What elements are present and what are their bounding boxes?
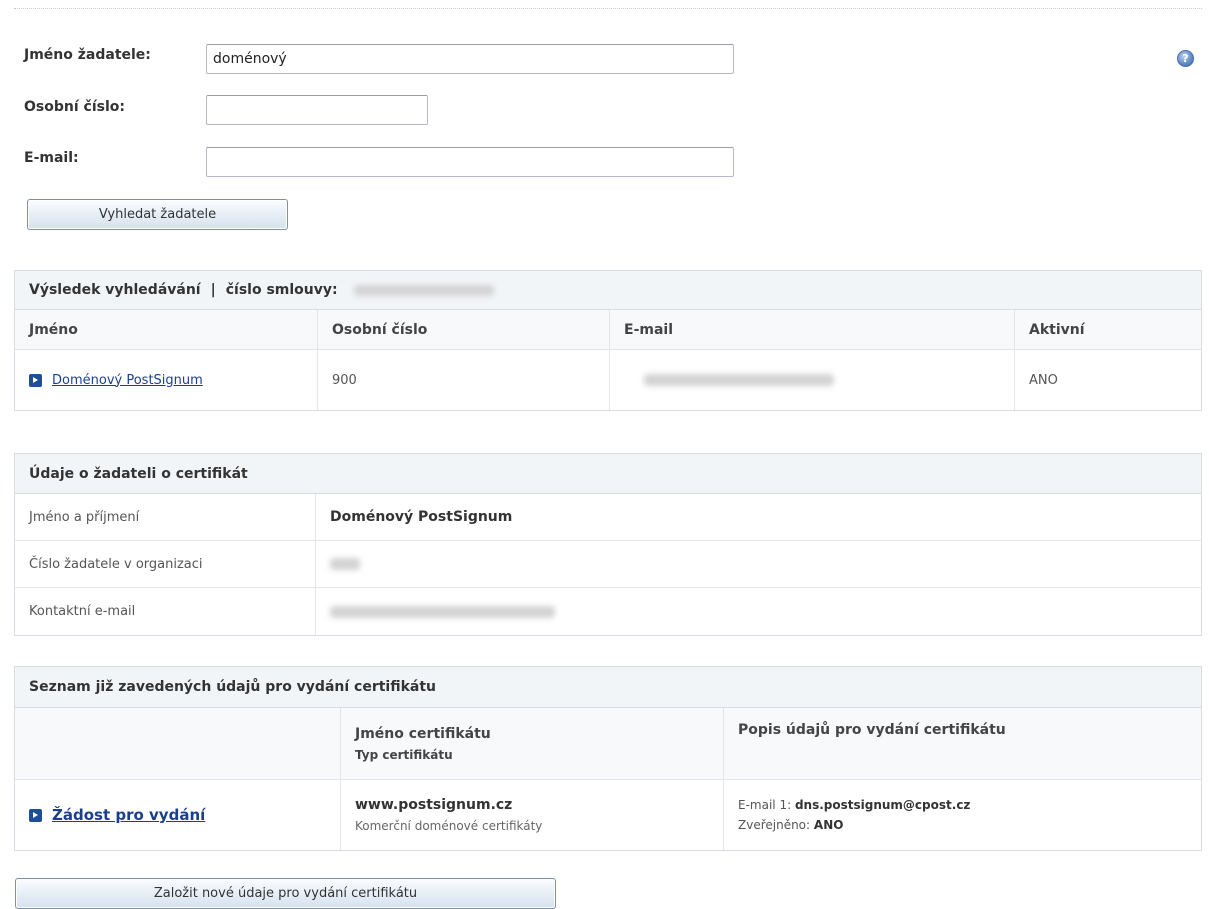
result-name-cell: Doménový PostSignum [15,350,317,410]
certificate-published-label: Zveřejněno: [738,818,811,832]
arrow-right-icon [29,808,42,822]
search-results-table: Výsledek vyhledávání | číslo smlouvy: Jm… [14,270,1202,411]
table-row: Jméno a příjmení Doménový PostSignum [15,494,1201,541]
table-row: Doménový PostSignum 900 ANO [15,350,1201,410]
column-header-email: E-mail [609,310,1014,349]
help-icon[interactable]: ? [1177,50,1194,67]
certificate-email-value: dns.postsignum@cpost.cz [794,798,971,812]
certificates-table: Seznam již zavedených údajů pro vydání c… [14,666,1202,851]
email-input[interactable] [206,147,734,177]
applicant-value [315,541,1201,587]
personal-number-input[interactable] [206,95,428,125]
applicant-details-header: Údaje o žadateli o certifikát [15,454,1201,494]
search-applicant-button[interactable]: Vyhledat žadatele [27,199,288,230]
column-header-personal-number: Osobní číslo [317,310,609,349]
personal-number-label: Osobní číslo: [24,99,125,115]
contract-number-redacted [353,284,494,296]
request-issue-link[interactable]: Žádost pro vydání [52,806,205,824]
arrow-right-icon [29,373,42,387]
column-header-active: Aktivní [1014,310,1201,349]
certificate-action-cell: Žádost pro vydání [15,780,340,850]
applicant-value [315,588,1201,635]
applicant-value: Doménový PostSignum [315,494,1201,540]
certificate-name: www.postsignum.cz [355,797,513,813]
results-title: Výsledek vyhledávání [29,282,201,298]
applicant-email-redacted [330,605,555,618]
results-separator: | [210,282,216,298]
table-row: Kontaktní e-mail [15,588,1201,635]
applicant-label: Jméno a příjmení [29,509,140,525]
column-header-certificate: Jméno certifikátu Typ certifikátu [340,708,723,779]
applicant-number-redacted [330,558,360,570]
result-email-redacted [644,374,834,386]
applicant-details-table: Údaje o žadateli o certifikát Jméno a př… [14,453,1202,636]
certificates-header: Seznam již zavedených údajů pro vydání c… [15,667,1201,708]
result-active-cell: ANO [1014,350,1201,410]
certificate-email-line: E-mail 1: dns.postsignum@cpost.cz [738,798,970,812]
column-header-certificate-type: Typ certifikátu [355,747,453,762]
result-email-cell [609,350,1014,410]
certificate-description-cell: E-mail 1: dns.postsignum@cpost.cz Zveřej… [723,780,1201,850]
create-new-data-button[interactable]: Založit nové údaje pro vydání certifikát… [15,878,556,909]
contract-number-label: číslo smlouvy: [225,282,338,298]
column-header-certificate-name: Jméno certifikátu [355,725,491,742]
applicant-label: Číslo žadatele v organizaci [29,556,203,572]
column-header-name: Jméno [29,321,78,338]
result-number-cell: 900 [317,350,609,410]
certificate-email-label: E-mail 1: [738,798,792,812]
column-header-description: Popis údajů pro vydání certifikátu [723,708,1201,779]
table-row: Žádost pro vydání www.postsignum.cz Kome… [15,780,1201,850]
name-input[interactable] [206,44,734,74]
results-column-headers: Jméno Osobní číslo E-mail Aktivní [15,310,1201,350]
certificate-name-cell: www.postsignum.cz Komerční doménové cert… [340,780,723,850]
certificates-column-headers: Jméno certifikátu Typ certifikátu Popis … [15,708,1201,780]
table-row: Číslo žadatele v organizaci [15,541,1201,588]
search-results-header: Výsledek vyhledávání | číslo smlouvy: [15,271,1201,310]
name-label: Jméno žadatele: [24,47,151,63]
certificate-type: Komerční doménové certifikáty [355,819,543,833]
certificate-published-line: Zveřejněno: ANO [738,818,843,832]
top-divider [14,8,1202,9]
applicant-label: Kontaktní e-mail [29,604,136,619]
result-name-link[interactable]: Doménový PostSignum [52,373,203,388]
certificate-published-value: ANO [813,818,844,832]
column-header-empty [15,708,340,779]
email-label: E-mail: [24,150,79,166]
